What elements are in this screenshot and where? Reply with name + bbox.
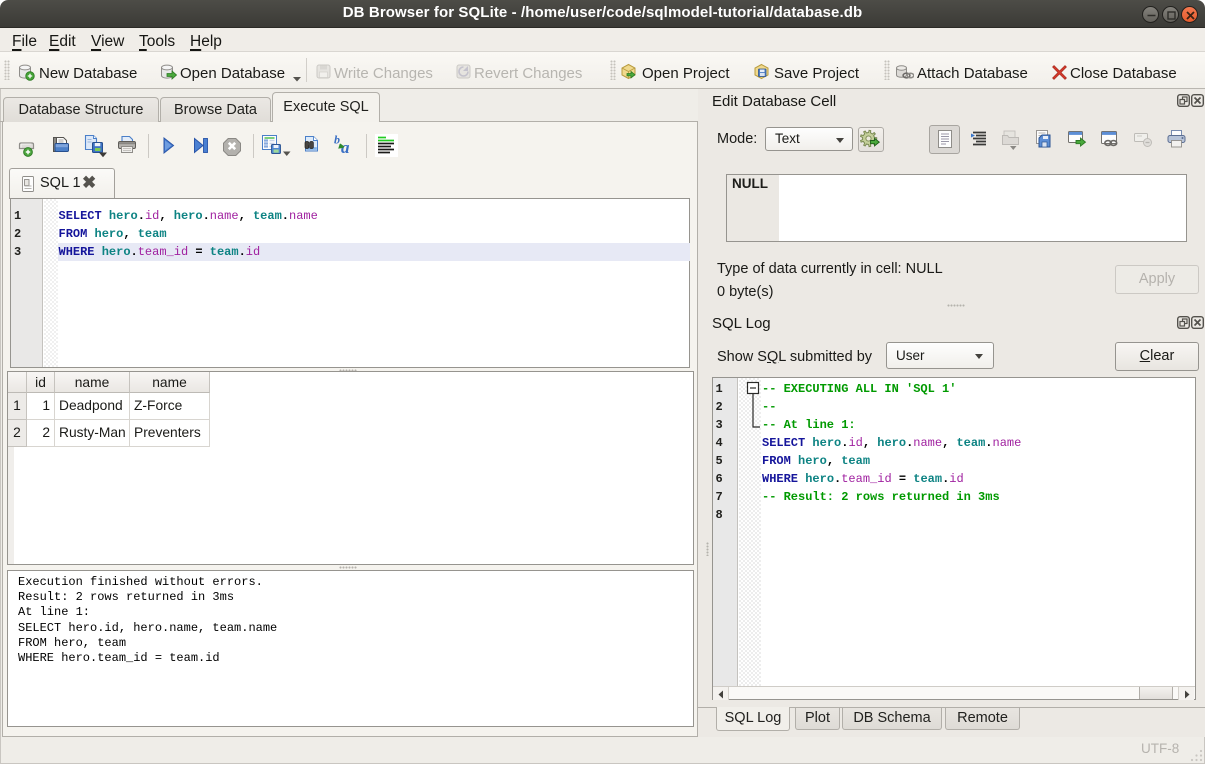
svg-text:b: b [334, 133, 340, 147]
